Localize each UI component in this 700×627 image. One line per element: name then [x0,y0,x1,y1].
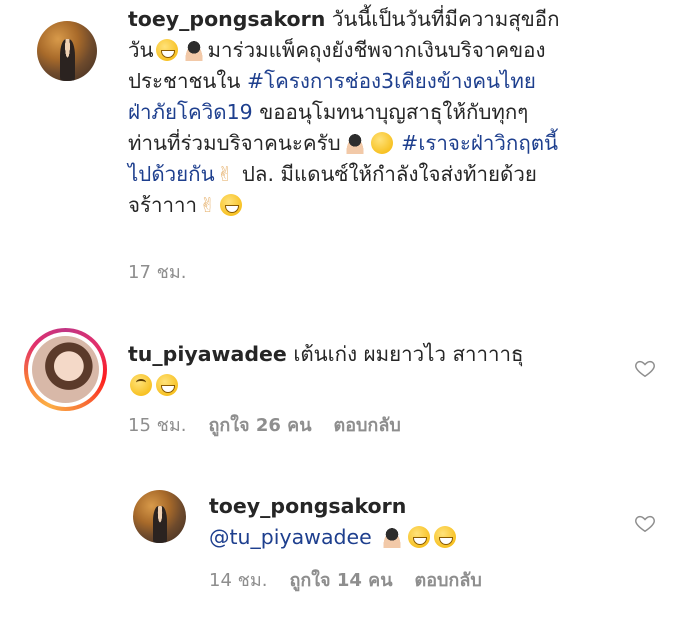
hashtag-link[interactable]: #โครงการช่อง3เคียงข้างคนไทย [247,69,536,93]
avatar-toey[interactable] [133,490,186,543]
mention-link[interactable]: @tu_piyawadee [209,525,372,549]
username-tu[interactable]: tu_piyawadee [128,342,287,366]
avatar-tu[interactable] [32,336,99,403]
timestamp: 14 ชม. [209,570,268,591]
avatar-toey[interactable] [37,21,97,81]
comment-line: ปล. มีแดนซ์ให้กำลังใจส่งท้ายด้วย [235,162,537,186]
comment-line: จร้าาาา [128,193,198,217]
bowing-person-icon [380,526,405,548]
laughing-face-icon [434,526,457,548]
comment-text-2: tu_piyawadee เต้นเก่ง ผมยาวไว สาาาาธุ [128,339,608,401]
comment-line: มาร่วมแพ็คถุงยังชีพจากเงินบริจาคของ [207,38,546,62]
comment-meta-3: 14 ชม. ถูกใจ 14 คน ตอบกลับ [209,565,482,594]
laughing-face-icon [408,526,431,548]
comment-text-3: toey_pongsakorn @tu_piyawadee [209,491,609,553]
laughing-face-icon [219,194,242,216]
smiling-face-icon [370,132,393,154]
hashtag-link[interactable]: ไปด้วยกัน [128,162,215,186]
reply-button[interactable]: ตอบกลับ [334,410,401,439]
comment-line: เต้นเก่ง ผมยาวไว สาาาาธุ [293,342,524,366]
bowing-person-icon [181,39,206,61]
comment-line: วัน [128,38,154,62]
comment-line: ประชาชนใน [128,69,247,93]
like-count[interactable]: ถูกใจ 26 คน [208,410,311,439]
username-toey[interactable]: toey_pongsakorn [209,494,406,518]
like-count[interactable]: ถูกใจ 14 คน [289,565,392,594]
comment-line: วันนี้เป็นวันที่มีความสุขอีก [331,7,560,31]
comment-line: ท่านที่ร่วมบริจาคนะครับ [128,131,341,155]
victory-hand-icon: ✌ [216,162,234,186]
comment-text-1: toey_pongsakorn วันนี้เป็นวันที่มีความสุ… [128,4,688,221]
bowing-person-icon [342,132,367,154]
timestamp: 15 ชม. [128,415,187,436]
hashtag-link[interactable]: #เราจะฝ่าวิกฤตนี้ [401,131,558,155]
comment-meta-1: 17 ชม. [128,257,186,286]
victory-hand-icon: ✌ [199,193,216,217]
laughing-face-icon [156,374,178,396]
like-heart-icon[interactable] [634,357,656,379]
comment-meta-2: 15 ชม. ถูกใจ 26 คน ตอบกลับ [128,410,401,439]
username-toey[interactable]: toey_pongsakorn [128,7,325,31]
timestamp: 17 ชม. [128,262,187,283]
grinning-face-icon [155,39,178,61]
story-ring[interactable] [24,328,107,411]
hashtag-link[interactable]: ฝ่าภัยโควิด19 [128,100,253,124]
like-heart-icon[interactable] [634,512,656,534]
reply-button[interactable]: ตอบกลับ [415,565,482,594]
rolling-eyes-face-icon [130,374,152,396]
comment-line: ขออนุโมทนาบุญสาธุให้กับทุกๆ [252,100,529,124]
